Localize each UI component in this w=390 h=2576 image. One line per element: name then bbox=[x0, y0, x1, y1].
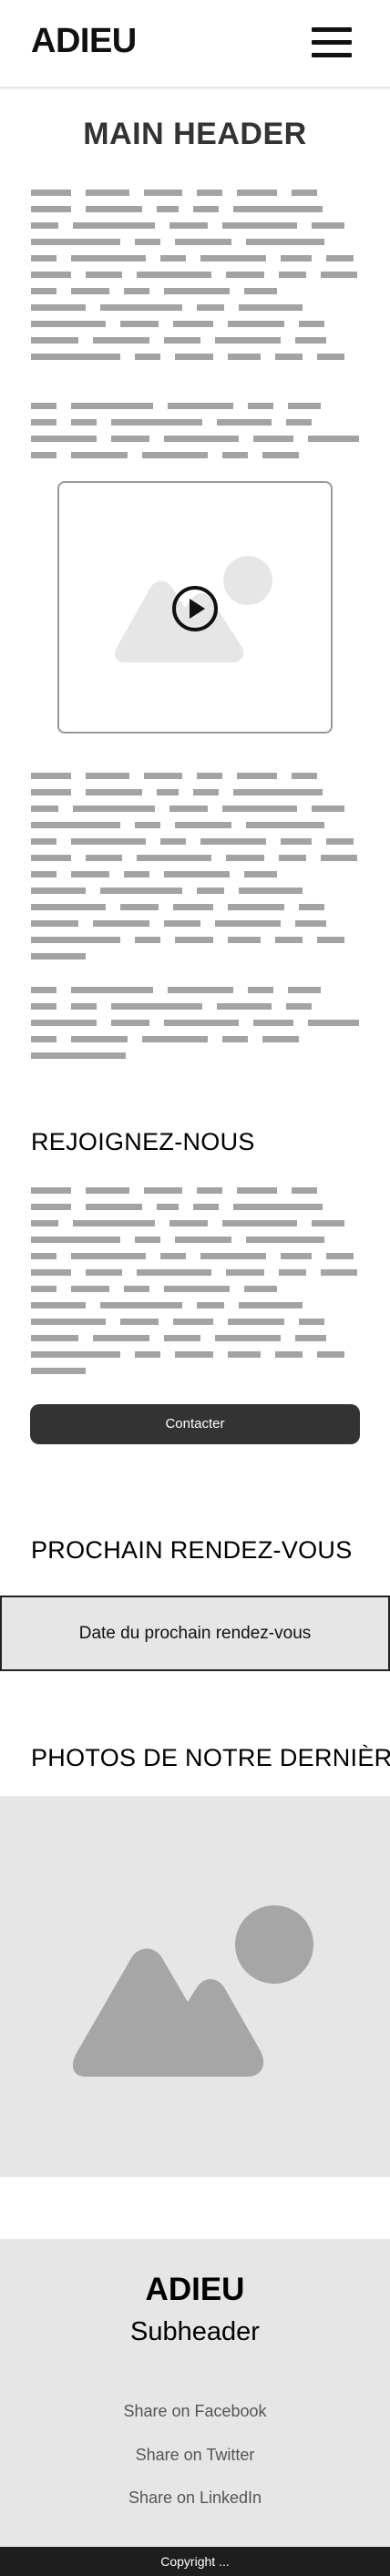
next-meeting-title: PROCHAIN RENDEZ-VOUS bbox=[31, 1536, 353, 1564]
site-footer: ADIEU Subheader Share on Facebook Share … bbox=[0, 2239, 390, 2576]
copyright-bar: Copyright ... bbox=[0, 2547, 390, 2576]
brand-logo[interactable]: ADIEU bbox=[31, 22, 137, 61]
hamburger-menu-icon[interactable] bbox=[312, 27, 352, 60]
next-meeting-date: Date du prochain rendez-vous bbox=[0, 1596, 390, 1671]
share-linkedin-link[interactable]: Share on LinkedIn bbox=[0, 2489, 390, 2508]
footer-brand: ADIEU bbox=[145, 2272, 245, 2307]
top-navbar: ADIEU bbox=[0, 0, 390, 88]
placeholder-text-block bbox=[31, 773, 359, 970]
placeholder-text-block bbox=[31, 190, 359, 370]
hamburger-bar bbox=[312, 53, 352, 57]
main-header-title: MAIN HEADER bbox=[83, 117, 307, 151]
video-placeholder[interactable] bbox=[57, 481, 333, 734]
join-section-title: REJOIGNEZ-NOUS bbox=[31, 1128, 255, 1155]
placeholder-text-block bbox=[31, 403, 359, 468]
footer-subheader: Subheader bbox=[130, 2317, 260, 2346]
photos-section-title: PHOTOS DE NOTRE DERNIÈRE bbox=[31, 1744, 390, 1771]
contact-button[interactable]: Contacter bbox=[30, 1404, 360, 1444]
image-placeholder-icon bbox=[73, 1905, 313, 2077]
placeholder-text-block bbox=[31, 1187, 359, 1384]
hamburger-bar bbox=[312, 40, 352, 45]
share-twitter-link[interactable]: Share on Twitter bbox=[0, 2446, 390, 2465]
play-icon[interactable] bbox=[170, 584, 220, 633]
share-facebook-link[interactable]: Share on Facebook bbox=[0, 2402, 390, 2421]
placeholder-text-block bbox=[31, 987, 359, 1069]
photo-placeholder[interactable] bbox=[0, 1796, 390, 2177]
hamburger-bar bbox=[312, 27, 352, 32]
